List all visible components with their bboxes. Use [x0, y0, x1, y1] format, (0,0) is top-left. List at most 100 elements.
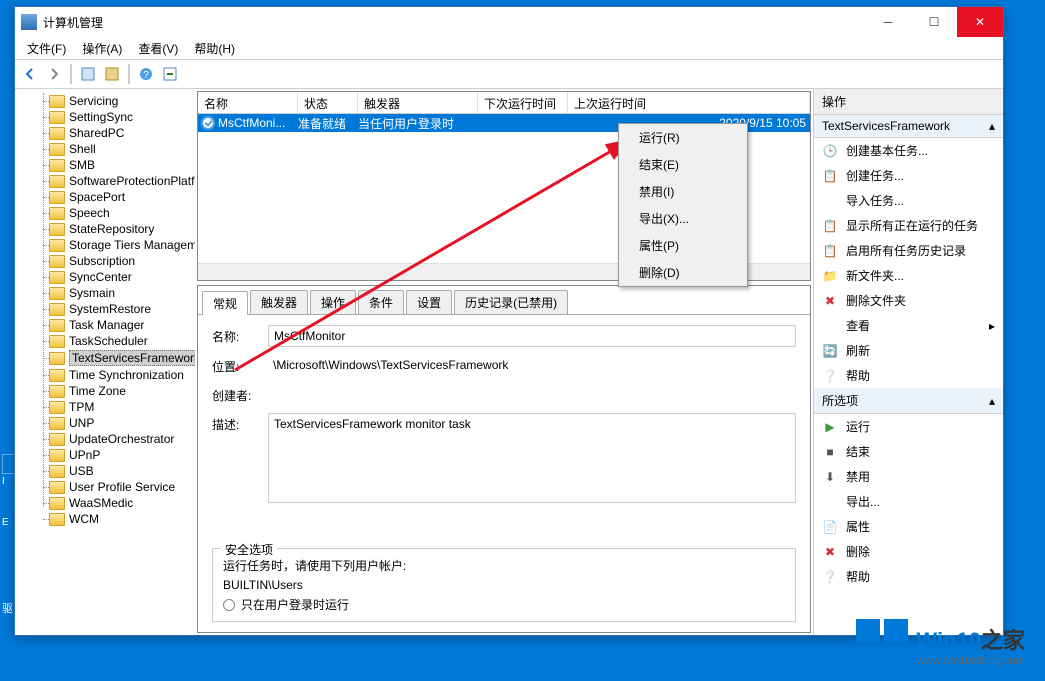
back-button[interactable] [19, 63, 41, 85]
tab-actions[interactable]: 操作 [310, 290, 356, 314]
tree-item[interactable]: WaaSMedic [15, 495, 195, 511]
tree-item[interactable]: TextServicesFramework [15, 349, 195, 367]
action-item[interactable]: ❔帮助 [814, 363, 1003, 388]
tree-item[interactable]: UPnP [15, 447, 195, 463]
action-item[interactable]: 查看▸ [814, 313, 1003, 338]
task-name: MsCtfMoni... [218, 116, 298, 130]
toolbar-btn-3[interactable] [159, 63, 181, 85]
tree-item[interactable]: WCM [15, 511, 195, 527]
col-trigger[interactable]: 触发器 [358, 92, 478, 113]
action-item[interactable]: 📄属性 [814, 514, 1003, 539]
action-group-1[interactable]: TextServicesFramework▴ [814, 115, 1003, 138]
folder-icon [49, 401, 65, 414]
titlebar[interactable]: 计算机管理 ─ ☐ ✕ [15, 7, 1003, 37]
action-item[interactable]: 📁新文件夹... [814, 263, 1003, 288]
tree-item[interactable]: Speech [15, 205, 195, 221]
action-item[interactable]: 📋启用所有任务历史记录 [814, 238, 1003, 263]
action-item[interactable]: 导出... [814, 489, 1003, 514]
tree-item[interactable]: SystemRestore [15, 301, 195, 317]
tree-item[interactable]: Time Zone [15, 383, 195, 399]
tree-item-label: UNP [69, 416, 94, 430]
minimize-button[interactable]: ─ [865, 7, 911, 37]
action-item[interactable]: 📋创建任务... [814, 163, 1003, 188]
folder-icon [49, 159, 65, 172]
close-button[interactable]: ✕ [957, 7, 1003, 37]
tree-item[interactable]: Storage Tiers Management [15, 237, 195, 253]
action-item[interactable]: ✖删除 [814, 539, 1003, 564]
tree-item[interactable]: UNP [15, 415, 195, 431]
forward-button[interactable] [43, 63, 65, 85]
menu-help[interactable]: 帮助(H) [186, 38, 243, 59]
action-item[interactable]: 🔄刷新 [814, 338, 1003, 363]
tab-triggers[interactable]: 触发器 [250, 290, 308, 314]
tree-item[interactable]: StateRepository [15, 221, 195, 237]
action-item[interactable]: 📋显示所有正在运行的任务 [814, 213, 1003, 238]
col-next[interactable]: 下次运行时间 [478, 92, 568, 113]
action-label: 运行 [846, 418, 870, 435]
collapse-icon[interactable]: ▴ [989, 119, 995, 133]
action-item[interactable]: ❔帮助 [814, 564, 1003, 589]
folder-icon [49, 335, 65, 348]
tree-item[interactable]: TPM [15, 399, 195, 415]
name-value[interactable]: MsCtfMonitor [268, 325, 796, 347]
action-item[interactable]: ▶运行 [814, 414, 1003, 439]
tree-item[interactable]: UpdateOrchestrator [15, 431, 195, 447]
toolbar-btn-1[interactable] [77, 63, 99, 85]
tree-item[interactable]: Sysmain [15, 285, 195, 301]
ctx-delete[interactable]: 删除(D) [619, 259, 747, 286]
ctx-run[interactable]: 运行(R) [619, 124, 747, 151]
tree-item[interactable]: Shell [15, 141, 195, 157]
action-item[interactable]: ■结束 [814, 439, 1003, 464]
tree-item[interactable]: User Profile Service [15, 479, 195, 495]
toolbar-btn-2[interactable] [101, 63, 123, 85]
action-item[interactable]: 导入任务... [814, 188, 1003, 213]
tree-panel[interactable]: ServicingSettingSyncSharedPCShellSMBSoft… [15, 89, 195, 635]
tree-item-label: TPM [69, 400, 94, 414]
action-icon: 🕒 [822, 143, 838, 159]
tree-item[interactable]: Time Synchronization [15, 367, 195, 383]
tab-general[interactable]: 常规 [202, 291, 248, 315]
action-label: 导出... [846, 493, 880, 510]
tree-item[interactable]: Servicing [15, 93, 195, 109]
tab-conditions[interactable]: 条件 [358, 290, 404, 314]
action-item[interactable]: 🕒创建基本任务... [814, 138, 1003, 163]
action-group-2[interactable]: 所选项▴ [814, 388, 1003, 414]
tree-item[interactable]: USB [15, 463, 195, 479]
ctx-disable[interactable]: 禁用(I) [619, 178, 747, 205]
menu-action[interactable]: 操作(A) [74, 38, 130, 59]
windows-logo-icon [856, 619, 908, 671]
tree-item[interactable]: SpacePort [15, 189, 195, 205]
tree-item[interactable]: TaskScheduler [15, 333, 195, 349]
col-name[interactable]: 名称 [198, 92, 298, 113]
desc-value[interactable]: TextServicesFramework monitor task [268, 413, 796, 503]
tree-item[interactable]: Task Manager [15, 317, 195, 333]
folder-icon [49, 417, 65, 430]
tree-item[interactable]: Subscription [15, 253, 195, 269]
action-label: 帮助 [846, 568, 870, 585]
ctx-end[interactable]: 结束(E) [619, 151, 747, 178]
col-last[interactable]: 上次运行时间 [568, 92, 810, 113]
tree-item[interactable]: SMB [15, 157, 195, 173]
menu-view[interactable]: 查看(V) [130, 38, 186, 59]
ctx-export[interactable]: 导出(X)... [619, 205, 747, 232]
action-item[interactable]: ⬇禁用 [814, 464, 1003, 489]
tree-item[interactable]: SharedPC [15, 125, 195, 141]
action-label: 导入任务... [846, 192, 904, 209]
ctx-properties[interactable]: 属性(P) [619, 232, 747, 259]
detail-tabs: 常规 触发器 操作 条件 设置 历史记录(已禁用) [198, 286, 810, 314]
menu-file[interactable]: 文件(F) [19, 38, 74, 59]
folder-icon [49, 481, 65, 494]
tree-item[interactable]: SettingSync [15, 109, 195, 125]
action-item[interactable]: ✖删除文件夹 [814, 288, 1003, 313]
radio-icon[interactable] [223, 599, 235, 611]
tab-history[interactable]: 历史记录(已禁用) [454, 290, 568, 314]
tree-item-label: UPnP [69, 448, 100, 462]
tree-item[interactable]: SoftwareProtectionPlatform [15, 173, 195, 189]
tree-item-label: WaaSMedic [69, 496, 133, 510]
tab-settings[interactable]: 设置 [406, 290, 452, 314]
col-state[interactable]: 状态 [298, 92, 358, 113]
help-icon[interactable]: ? [135, 63, 157, 85]
collapse-icon[interactable]: ▴ [989, 394, 995, 408]
tree-item[interactable]: SyncCenter [15, 269, 195, 285]
maximize-button[interactable]: ☐ [911, 7, 957, 37]
